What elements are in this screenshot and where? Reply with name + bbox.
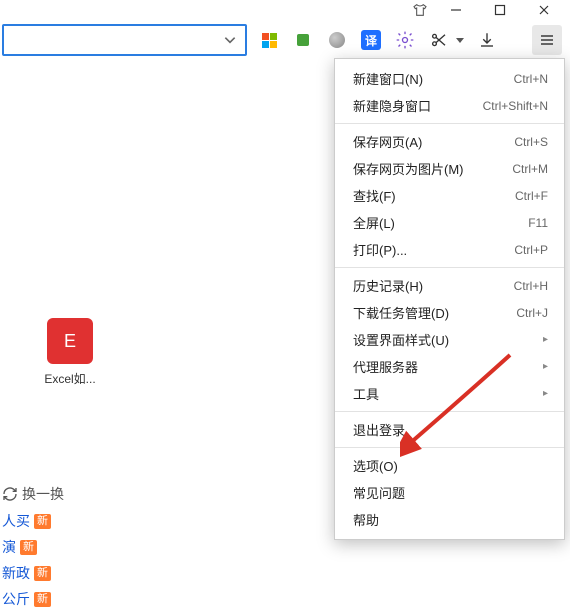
address-bar[interactable] bbox=[2, 24, 247, 56]
download-icon[interactable] bbox=[475, 28, 499, 52]
menu-item[interactable]: 代理服务器 bbox=[335, 353, 564, 380]
menu-item-label: 退出登录 bbox=[353, 420, 405, 439]
menu-item[interactable]: 打印(P)... Ctrl+P bbox=[335, 236, 564, 263]
menu-item-label: 查找(F) bbox=[353, 186, 396, 205]
menu-item-shortcut: Ctrl+Shift+N bbox=[483, 99, 548, 113]
menu-item[interactable]: 下载任务管理(D) Ctrl+J bbox=[335, 299, 564, 326]
list-item[interactable]: 演新 bbox=[0, 534, 104, 560]
refresh-label: 换一换 bbox=[22, 484, 64, 504]
menu-item-shortcut: Ctrl+F bbox=[515, 189, 548, 203]
minimize-button[interactable] bbox=[434, 0, 478, 20]
menu-item-shortcut: Ctrl+M bbox=[512, 162, 548, 176]
menu-item[interactable]: 选项(O) bbox=[335, 452, 564, 479]
menu-item[interactable]: 工具 bbox=[335, 380, 564, 407]
browser-toolbar: 译 bbox=[0, 20, 570, 60]
menu-separator bbox=[335, 267, 564, 268]
chevron-down-icon[interactable] bbox=[223, 33, 237, 47]
menu-item[interactable]: 常见问题 bbox=[335, 479, 564, 506]
window-titlebar bbox=[0, 0, 570, 20]
menu-item-label: 帮助 bbox=[353, 510, 379, 529]
extension-icon[interactable] bbox=[291, 28, 315, 52]
side-panel: 换一换 人买新 演新 新政新 公斤新 bbox=[0, 480, 104, 612]
menu-separator bbox=[335, 123, 564, 124]
list-item[interactable]: 公斤新 bbox=[0, 586, 104, 612]
menu-item-label: 保存网页(A) bbox=[353, 132, 422, 151]
menu-item-label: 全屏(L) bbox=[353, 213, 395, 232]
caret-icon[interactable] bbox=[455, 28, 465, 52]
menu-item-label: 代理服务器 bbox=[353, 357, 418, 376]
menu-item-label: 保存网页为图片(M) bbox=[353, 159, 464, 178]
list-item[interactable]: 新政新 bbox=[0, 560, 104, 586]
tile-label: Excel如... bbox=[44, 370, 95, 387]
assistant-icon[interactable] bbox=[325, 28, 349, 52]
menu-item[interactable]: 保存网页(A) Ctrl+S bbox=[335, 128, 564, 155]
menu-item[interactable]: 保存网页为图片(M) Ctrl+M bbox=[335, 155, 564, 182]
refresh-icon bbox=[2, 486, 18, 502]
menu-item-shortcut: Ctrl+N bbox=[514, 72, 548, 86]
scissors-icon[interactable] bbox=[427, 28, 451, 52]
menu-item-label: 下载任务管理(D) bbox=[353, 303, 449, 322]
menu-item[interactable]: 新建窗口(N) Ctrl+N bbox=[335, 65, 564, 92]
menu-item[interactable]: 全屏(L) F11 bbox=[335, 209, 564, 236]
menu-item-label: 新建窗口(N) bbox=[353, 69, 423, 88]
menu-item[interactable]: 历史记录(H) Ctrl+H bbox=[335, 272, 564, 299]
maximize-button[interactable] bbox=[478, 0, 522, 20]
bookmark-tile[interactable]: E Excel如... bbox=[30, 318, 110, 387]
menu-item[interactable]: 帮助 bbox=[335, 506, 564, 533]
menu-separator bbox=[335, 411, 564, 412]
skin-icon[interactable] bbox=[406, 0, 434, 20]
menu-item-label: 历史记录(H) bbox=[353, 276, 423, 295]
menu-separator bbox=[335, 447, 564, 448]
menu-item-label: 选项(O) bbox=[353, 456, 398, 475]
main-menu-button[interactable] bbox=[532, 25, 562, 55]
refresh-row[interactable]: 换一换 bbox=[0, 480, 104, 508]
main-menu: 新建窗口(N) Ctrl+N 新建隐身窗口 Ctrl+Shift+N 保存网页(A) Ct… bbox=[334, 58, 565, 540]
menu-item-shortcut: F11 bbox=[528, 216, 548, 230]
apps-icon[interactable] bbox=[257, 28, 281, 52]
settings-gear-icon[interactable] bbox=[393, 28, 417, 52]
menu-item-shortcut: Ctrl+S bbox=[514, 135, 548, 149]
menu-item-shortcut: Ctrl+H bbox=[514, 279, 548, 293]
menu-item-shortcut: Ctrl+J bbox=[516, 306, 548, 320]
menu-item-label: 设置界面样式(U) bbox=[353, 330, 449, 349]
tile-icon: E bbox=[47, 318, 93, 364]
list-item[interactable]: 人买新 bbox=[0, 508, 104, 534]
translate-icon[interactable]: 译 bbox=[359, 28, 383, 52]
menu-item[interactable]: 新建隐身窗口 Ctrl+Shift+N bbox=[335, 92, 564, 119]
menu-item-label: 新建隐身窗口 bbox=[353, 96, 431, 115]
menu-item-label: 打印(P)... bbox=[353, 240, 407, 259]
close-button[interactable] bbox=[522, 0, 566, 20]
menu-item[interactable]: 查找(F) Ctrl+F bbox=[335, 182, 564, 209]
menu-item[interactable]: 退出登录 bbox=[335, 416, 564, 443]
menu-item-shortcut: Ctrl+P bbox=[514, 243, 548, 257]
menu-item[interactable]: 设置界面样式(U) bbox=[335, 326, 564, 353]
menu-item-label: 常见问题 bbox=[353, 483, 405, 502]
menu-item-label: 工具 bbox=[353, 384, 379, 403]
